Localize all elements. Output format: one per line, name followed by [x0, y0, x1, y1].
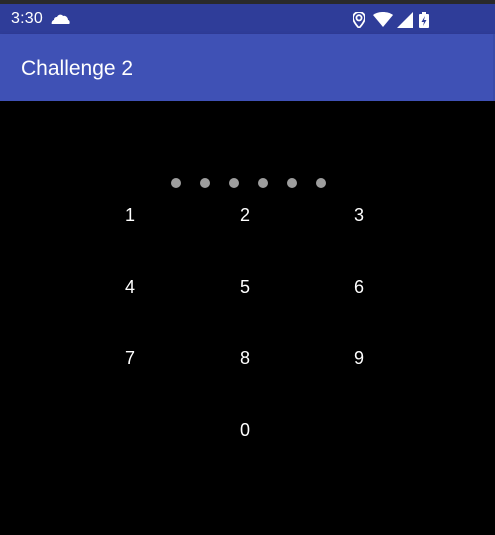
key-7-button[interactable]: 7	[100, 336, 160, 380]
cloud-icon	[51, 14, 70, 24]
screen: 3:30 Challenge 2 1 2 3 4 5 6 7 8 9 0	[0, 0, 495, 535]
key-0-button[interactable]: 0	[215, 408, 275, 452]
pin-indicator	[0, 176, 495, 190]
key-9-button[interactable]: 9	[329, 336, 389, 380]
wifi-icon	[373, 12, 393, 27]
location-icon	[353, 12, 365, 28]
app-bar: Challenge 2	[0, 34, 495, 101]
pin-dot	[200, 178, 210, 188]
pin-dot	[316, 178, 326, 188]
pin-dot	[287, 178, 297, 188]
battery-charging-icon	[419, 12, 429, 28]
key-2-button[interactable]: 2	[215, 193, 275, 237]
pin-dot	[171, 178, 181, 188]
key-5-button[interactable]: 5	[215, 265, 275, 309]
pin-dot	[229, 178, 239, 188]
key-3-button[interactable]: 3	[329, 193, 389, 237]
pin-dot	[258, 178, 268, 188]
key-1-button[interactable]: 1	[100, 193, 160, 237]
app-title: Challenge 2	[21, 57, 134, 80]
key-8-button[interactable]: 8	[215, 336, 275, 380]
status-time: 3:30	[11, 10, 43, 27]
key-4-button[interactable]: 4	[100, 265, 160, 309]
signal-icon	[397, 12, 413, 28]
key-6-button[interactable]: 6	[329, 265, 389, 309]
status-bar: 3:30	[0, 4, 495, 34]
